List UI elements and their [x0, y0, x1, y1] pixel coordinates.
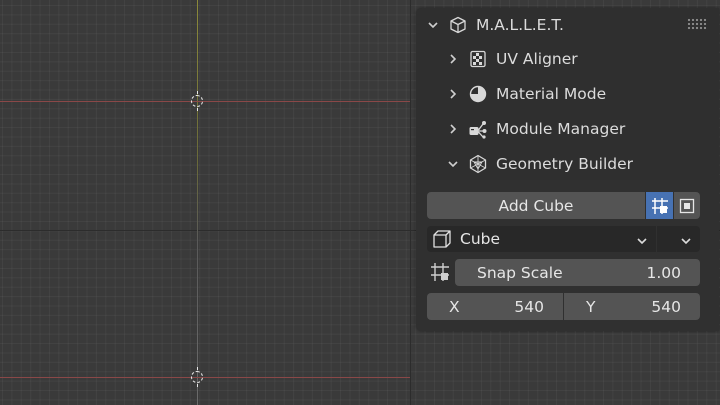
- checker-icon: [468, 49, 488, 69]
- snap-grid-icon: [651, 197, 668, 214]
- snap-grid-icon: [430, 262, 450, 286]
- section-material-mode[interactable]: Material Mode: [416, 77, 719, 111]
- square-dot-icon: [679, 198, 695, 213]
- y-value: 540: [651, 297, 681, 316]
- x-axis-line: [0, 101, 410, 102]
- snap-scale-value: 1.00: [646, 263, 681, 282]
- x-axis-line-2: [0, 377, 410, 378]
- x-value: 540: [514, 297, 544, 316]
- add-cube-label: Add Cube: [498, 196, 574, 215]
- chevron-down-icon: [680, 233, 692, 251]
- y-axis-line: [197, 0, 198, 405]
- add-cube-button[interactable]: Add Cube: [427, 192, 645, 219]
- panel-header-mallet[interactable]: M.A.L.L.E.T.: [416, 8, 719, 42]
- section-uv-aligner[interactable]: UV Aligner: [416, 42, 719, 76]
- section-label: UV Aligner: [496, 50, 578, 68]
- snap-scale-label: Snap Scale: [477, 263, 563, 282]
- sidebar-panel: M.A.L.L.E.T. UV Aligner Material Mode Mo…: [416, 8, 719, 331]
- section-label: Geometry Builder: [496, 155, 634, 173]
- cube-outline-icon: [448, 15, 468, 35]
- snap-toggle-button[interactable]: [646, 192, 673, 219]
- section-module-manager[interactable]: Module Manager: [416, 112, 719, 146]
- x-label: X: [449, 297, 460, 316]
- section-label: Material Mode: [496, 85, 607, 103]
- geometry-builder-body: Add Cube Cube Snap Scale 1.00 X 540 Y 54…: [416, 180, 719, 331]
- drag-grip-icon[interactable]: [687, 18, 707, 30]
- section-label: Module Manager: [496, 120, 626, 138]
- 3d-cursor[interactable]: [191, 91, 203, 111]
- y-label: Y: [586, 297, 596, 316]
- chevron-down-icon: [636, 233, 648, 251]
- 3d-cursor-2[interactable]: [191, 367, 203, 387]
- node-tree-icon: [468, 119, 488, 139]
- chevron-right-icon: [446, 52, 460, 66]
- section-geometry-builder[interactable]: Geometry Builder: [416, 147, 719, 181]
- chevron-right-icon: [446, 122, 460, 136]
- chevron-down-icon: [426, 18, 440, 32]
- chevron-down-icon: [446, 157, 460, 171]
- addon-title: M.A.L.L.E.T.: [476, 16, 564, 34]
- shape-browse-button[interactable]: [657, 226, 700, 252]
- mesh-icon: [468, 154, 488, 174]
- chevron-right-icon: [446, 87, 460, 101]
- grid-major-line: [410, 0, 411, 405]
- x-field[interactable]: X 540: [427, 293, 563, 320]
- material-sphere-icon: [468, 84, 488, 104]
- cube-icon: [432, 229, 454, 249]
- snap-scale-field[interactable]: Snap Scale 1.00: [455, 259, 700, 286]
- shape-select[interactable]: Cube: [427, 226, 656, 252]
- y-field[interactable]: Y 540: [564, 293, 700, 320]
- shape-select-value: Cube: [460, 230, 501, 248]
- single-object-toggle[interactable]: [674, 192, 700, 219]
